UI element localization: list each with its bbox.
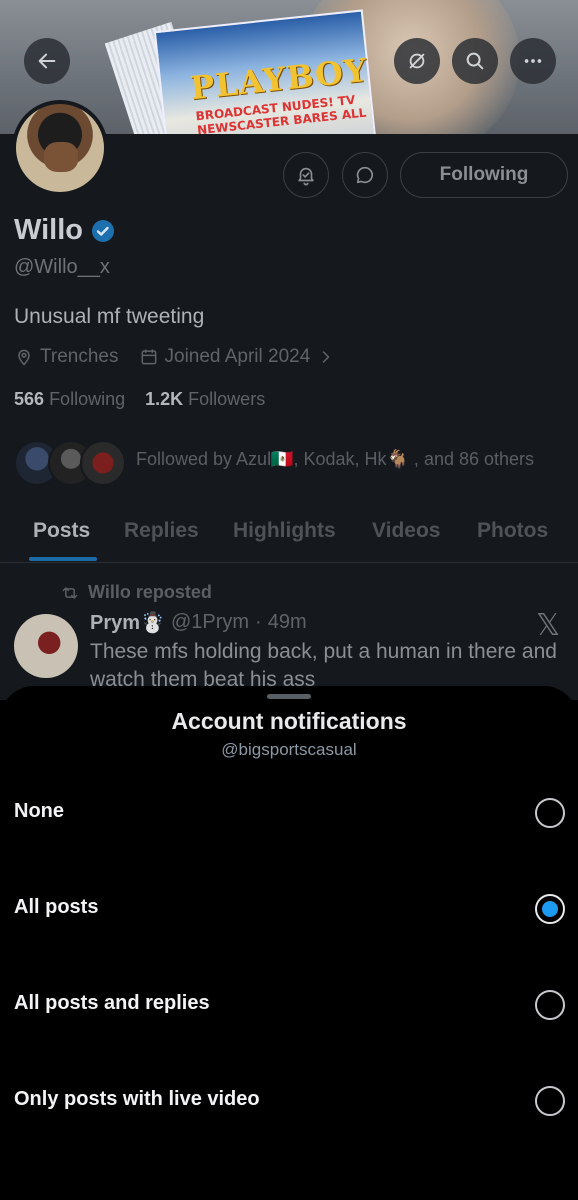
option-label: All posts bbox=[14, 896, 99, 918]
search-button[interactable] bbox=[452, 38, 498, 84]
option-live-video[interactable]: Only posts with live video bbox=[0, 1072, 578, 1132]
profile-background: PLAYBOY BROADCAST NUDES! TV NEWSCASTER B… bbox=[0, 0, 578, 700]
tab-posts[interactable]: Posts bbox=[33, 519, 90, 543]
profile-handle: @Willo__x bbox=[14, 256, 110, 278]
post-author-name[interactable]: Prym☃️ bbox=[90, 610, 165, 635]
active-tab-indicator bbox=[29, 557, 97, 561]
repost-indicator: Willo reposted bbox=[60, 582, 212, 603]
location-pin-icon bbox=[18, 349, 30, 366]
option-all-posts[interactable]: All posts bbox=[0, 880, 578, 940]
followed-by-avatars[interactable] bbox=[14, 440, 126, 488]
profile-name-row: Willo bbox=[14, 214, 115, 247]
radio-button[interactable] bbox=[535, 798, 565, 828]
profile-avatar[interactable] bbox=[12, 100, 108, 196]
radio-button[interactable] bbox=[535, 1086, 565, 1116]
notifications-sheet: Account notifications @bigsportscasual N… bbox=[0, 686, 578, 1200]
tabs-divider bbox=[0, 562, 578, 563]
chevron-right-icon bbox=[323, 351, 330, 363]
radio-button-selected[interactable] bbox=[535, 894, 565, 924]
back-button[interactable] bbox=[24, 38, 70, 84]
option-all-posts-and-replies[interactable]: All posts and replies bbox=[0, 976, 578, 1036]
profile-meta: Trenches Joined April 2024 bbox=[14, 346, 336, 368]
post-author-avatar[interactable] bbox=[14, 614, 78, 678]
tab-highlights[interactable]: Highlights bbox=[233, 519, 336, 543]
calendar-icon bbox=[141, 349, 156, 365]
repost-icon bbox=[62, 586, 78, 599]
post-author-handle: @1Prym bbox=[170, 611, 250, 633]
profile-bio: Unusual mf tweeting bbox=[14, 305, 205, 328]
profile-tabs: Posts Replies Highlights Videos Photos bbox=[0, 512, 578, 562]
tab-replies[interactable]: Replies bbox=[124, 519, 199, 543]
arrow-left-icon bbox=[38, 53, 56, 69]
verified-badge-icon bbox=[92, 219, 115, 242]
option-label: All posts and replies bbox=[14, 992, 210, 1014]
tab-videos[interactable]: Videos bbox=[372, 519, 440, 543]
sheet-subtitle: @bigsportscasual bbox=[221, 740, 357, 759]
hide-button[interactable] bbox=[394, 38, 440, 84]
radio-button[interactable] bbox=[535, 990, 565, 1020]
follow-counts: 566 Following 1.2K Followers bbox=[14, 389, 265, 410]
bell-check-icon bbox=[298, 167, 314, 186]
eye-slash-icon bbox=[409, 53, 425, 69]
message-button[interactable] bbox=[342, 152, 388, 198]
more-horizontal-icon bbox=[524, 59, 542, 63]
sheet-title: Account notifications bbox=[171, 708, 407, 734]
repost-label: Willo reposted bbox=[88, 582, 212, 602]
follower-avatar bbox=[80, 440, 126, 486]
profile-joined: Joined April 2024 bbox=[164, 346, 311, 367]
post-header: Prym☃️ @1Prym · 49m bbox=[90, 610, 307, 635]
post-time: 49m bbox=[267, 611, 307, 633]
followed-by-text[interactable]: Followed by Azul🇲🇽, Kodak, Hk🐐 , and 86 … bbox=[136, 449, 534, 470]
option-none[interactable]: None bbox=[0, 784, 578, 844]
sheet-grabber-handle[interactable] bbox=[267, 694, 311, 699]
option-label: Only posts with live video bbox=[14, 1088, 260, 1110]
tab-photos[interactable]: Photos bbox=[477, 519, 548, 543]
following-button[interactable]: Following bbox=[400, 152, 568, 198]
more-button[interactable] bbox=[510, 38, 556, 84]
followers-count-link[interactable]: 1.2K Followers bbox=[145, 389, 265, 409]
search-icon bbox=[466, 52, 484, 70]
option-label: None bbox=[14, 800, 64, 822]
profile-name: Willo bbox=[14, 214, 84, 246]
notifications-button[interactable] bbox=[283, 152, 329, 198]
profile-location: Trenches bbox=[40, 346, 119, 367]
chat-bubble-icon bbox=[356, 166, 374, 184]
following-count-link[interactable]: 566 Following bbox=[14, 389, 125, 409]
